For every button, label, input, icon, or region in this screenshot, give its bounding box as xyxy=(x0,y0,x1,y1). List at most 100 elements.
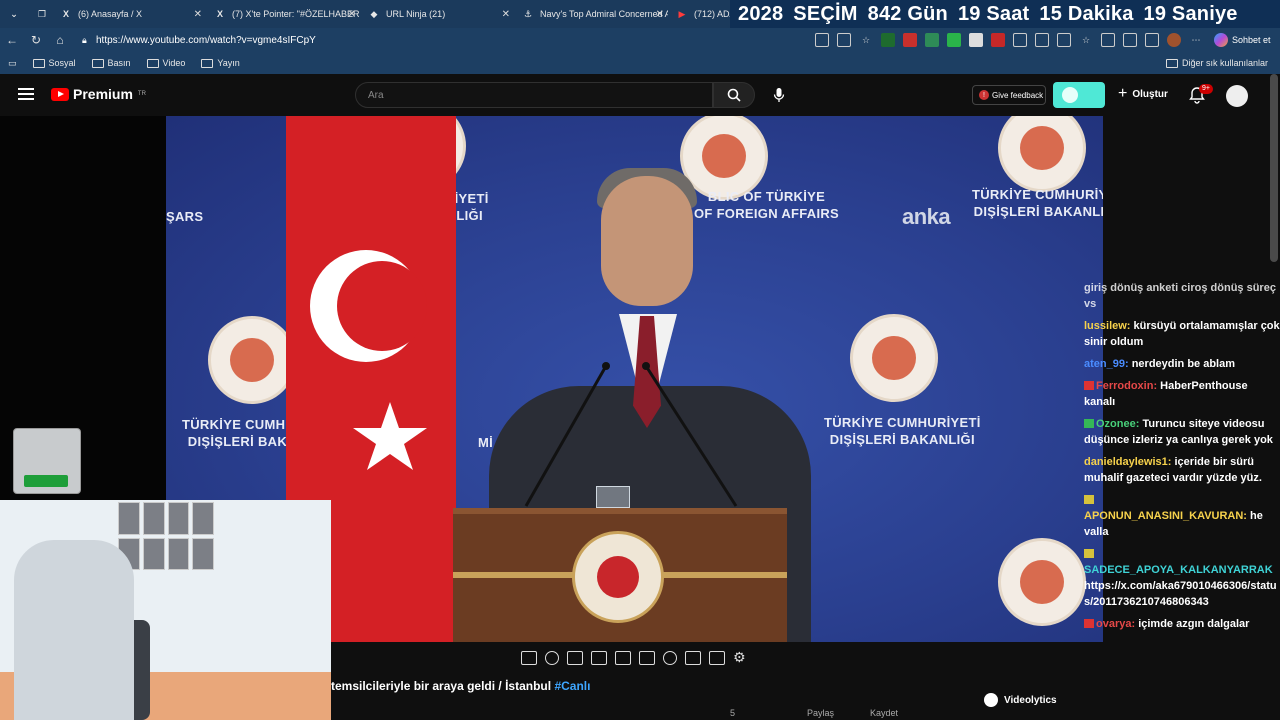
lock-icon: 🔒︎ xyxy=(82,34,87,45)
crescent-star-icon xyxy=(310,250,427,470)
chat-username: danieldaylewis1: xyxy=(1084,456,1172,468)
bookmark-label: Basın xyxy=(107,58,131,68)
save-button[interactable]: Kaydet xyxy=(870,708,898,718)
sidebar-icon[interactable] xyxy=(1035,33,1049,47)
puzzle-icon[interactable] xyxy=(1013,33,1027,47)
other-bookmarks-button[interactable]: Diğer sık kullanılanlar xyxy=(1165,58,1268,68)
player-extension-controls: ⚙ xyxy=(331,642,1280,672)
search-input[interactable]: Ara xyxy=(355,82,713,108)
bookmark-label: Yayın xyxy=(217,58,240,68)
collections-icon[interactable] xyxy=(1123,33,1137,47)
picture-in-picture-icon[interactable] xyxy=(615,650,631,665)
split-icon[interactable] xyxy=(837,33,851,47)
copilot-icon xyxy=(1214,33,1228,47)
badge-icon xyxy=(1084,495,1094,504)
favorites-icon[interactable]: ☆ xyxy=(1079,33,1093,47)
search-button[interactable] xyxy=(713,82,755,108)
menu-icon[interactable] xyxy=(18,88,34,100)
reading-list-button[interactable]: ▭ xyxy=(0,58,25,69)
bookmark-folder-sosyal[interactable]: Sosyal xyxy=(25,58,84,68)
give-feedback-button[interactable]: ! Give feedback xyxy=(972,85,1046,105)
back-button[interactable]: ← xyxy=(0,28,24,52)
voice-search-button[interactable] xyxy=(766,82,792,108)
extension-3-icon[interactable] xyxy=(925,33,939,47)
reader-icon[interactable] xyxy=(815,33,829,47)
tab-2[interactable]: X (7) X'te Pointer: "#ÖZELHABER De ✕ xyxy=(206,0,360,28)
countdown-days: 842 Gün xyxy=(867,2,948,25)
ministry-seal-icon xyxy=(208,316,296,404)
home-button[interactable]: ⌂ xyxy=(48,28,72,52)
close-icon[interactable]: ✕ xyxy=(502,9,510,20)
tab-4[interactable]: ⚓ Navy's Top Admiral Concerned A ✕ xyxy=(514,0,668,28)
youtube-premium-logo[interactable]: Premium TR xyxy=(51,86,146,102)
more-icon[interactable]: ⋯ xyxy=(1189,33,1203,47)
close-icon[interactable]: ✕ xyxy=(194,9,202,20)
folder-icon xyxy=(32,58,45,68)
tab-title: (6) Anasayfa / X xyxy=(78,9,143,19)
page-scrollbar[interactable] xyxy=(1270,74,1278,262)
extensions-bar: ☆ ☆ ⋯ xyxy=(815,28,1203,52)
account-avatar[interactable] xyxy=(1226,85,1248,107)
chat-button-label: Sohbet et xyxy=(1232,35,1271,45)
folder-icon xyxy=(146,58,159,68)
chat-username: aten_99: xyxy=(1084,358,1129,370)
like-count[interactable]: 5 xyxy=(730,708,735,718)
chat-message: ovarya: içimde azgın dalgalar xyxy=(1084,616,1280,632)
bookmark-folder-yayin[interactable]: Yayın xyxy=(193,58,247,68)
tab-1[interactable]: X (6) Anasayfa / X ✕ xyxy=(52,0,206,28)
folder-icon xyxy=(91,58,104,68)
copilot-chat-button[interactable]: Sohbet et xyxy=(1214,31,1276,49)
share-button[interactable]: Paylaş xyxy=(807,708,834,718)
plus-icon: + xyxy=(1118,85,1128,102)
extension-1-icon[interactable] xyxy=(881,33,895,47)
create-button[interactable]: + Oluştur xyxy=(1118,85,1168,103)
bookmark-folder-basin[interactable]: Basın xyxy=(84,58,139,68)
loop-icon[interactable] xyxy=(521,650,537,665)
cinema-icon[interactable] xyxy=(567,650,583,665)
extension-6-icon[interactable] xyxy=(991,33,1005,47)
search-icon xyxy=(727,88,741,102)
add-icon[interactable] xyxy=(685,650,701,665)
badge-icon xyxy=(1084,549,1094,558)
close-icon[interactable]: ✕ xyxy=(348,9,356,20)
bookmark-folder-video[interactable]: Video xyxy=(139,58,194,68)
speed-icon[interactable] xyxy=(663,650,677,665)
x-logo-icon: X xyxy=(62,9,69,19)
gear-icon[interactable]: ⚙ xyxy=(733,649,746,666)
chat-message: SADECE_APOYA_KALKANYARRAK https://x.com/… xyxy=(1084,546,1280,610)
workspaces-button[interactable]: ❐ xyxy=(28,0,52,28)
extension-5-icon[interactable] xyxy=(969,33,983,47)
camera-icon[interactable] xyxy=(709,650,725,665)
reading-list-icon: ▭ xyxy=(8,57,17,68)
reload-icon: ↻ xyxy=(30,33,42,47)
tab-title: URL Ninja (21) xyxy=(386,9,446,19)
subtitles-icon[interactable] xyxy=(639,650,655,665)
tab-3[interactable]: ◆ URL Ninja (21) ✕ xyxy=(360,0,514,28)
countdown-label: SEÇİM xyxy=(793,2,858,25)
youtube-icon: ▶ xyxy=(678,8,686,19)
tab-5[interactable]: ▶ (712) ADAL xyxy=(668,0,730,28)
region-code: TR xyxy=(137,91,146,97)
star-icon[interactable]: ☆ xyxy=(859,33,873,47)
heart-icon[interactable] xyxy=(1101,33,1115,47)
chat-message: Ferrodoxin: HaberPenthouse kanalı xyxy=(1084,378,1280,410)
screenshot-icon[interactable] xyxy=(1145,33,1159,47)
videolytics-button[interactable]: Videolytics xyxy=(984,693,1057,707)
calendar-icon[interactable] xyxy=(591,650,607,665)
videolytics-label: Videolytics xyxy=(1004,694,1057,706)
chat-message: giriş dönüş anketi ciroş dönüş süreç vs xyxy=(1084,280,1280,312)
extension-2-icon[interactable] xyxy=(903,33,917,47)
url-field[interactable]: 🔒︎ https://www.youtube.com/watch?v=vgme4… xyxy=(80,31,870,49)
tab-list-button[interactable]: ⌄ xyxy=(0,0,28,28)
speaker-face xyxy=(601,176,693,306)
audio-icon[interactable] xyxy=(545,650,559,665)
extension-toggle[interactable] xyxy=(1053,82,1105,108)
settings-icon[interactable] xyxy=(1057,33,1071,47)
profile-avatar-icon[interactable] xyxy=(1167,33,1181,47)
chat-message: lussilew: kürsüyü ortalamamışlar çok sin… xyxy=(1084,318,1280,350)
extension-4-icon[interactable] xyxy=(947,33,961,47)
chat-text: nerdeydin be ablam xyxy=(1128,358,1236,370)
close-icon[interactable]: ✕ xyxy=(656,9,664,20)
hashtag-link[interactable]: #Canlı xyxy=(554,679,590,693)
reload-button[interactable]: ↻ xyxy=(24,28,48,52)
